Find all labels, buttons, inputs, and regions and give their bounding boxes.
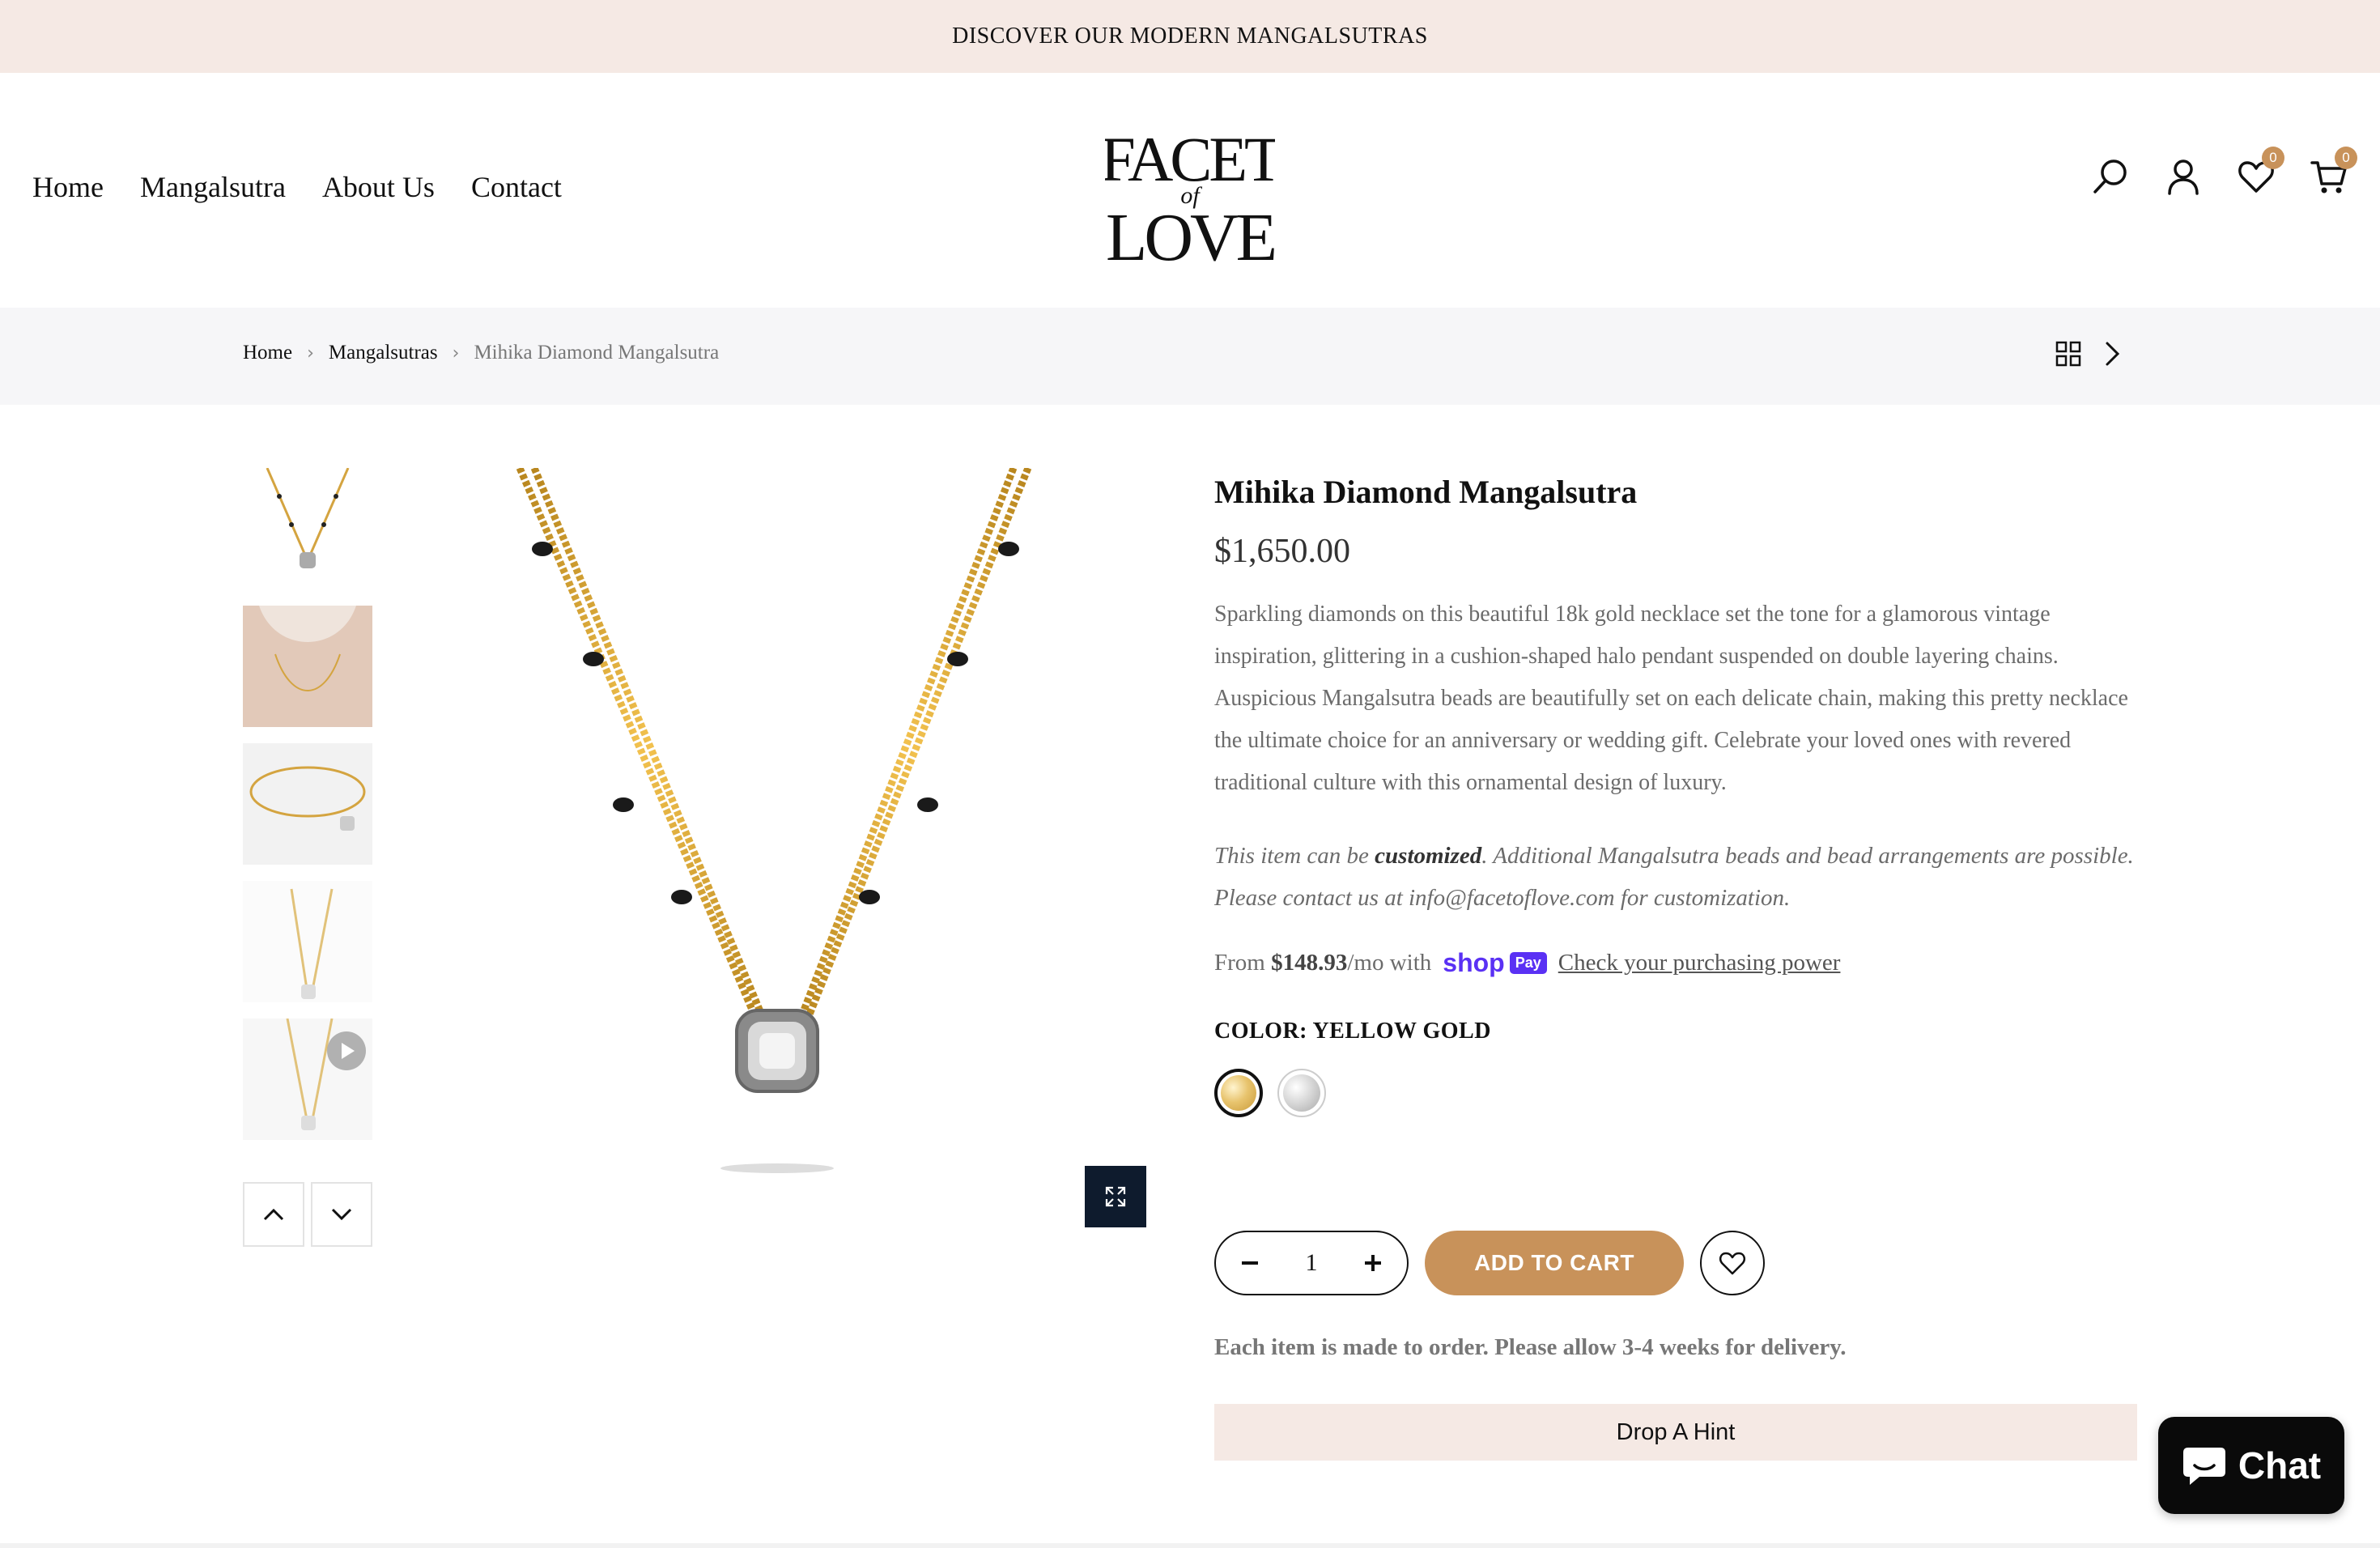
purchasing-power-link[interactable]: Check your purchasing power [1558, 950, 1841, 976]
add-to-wishlist-button[interactable] [1700, 1231, 1765, 1295]
product-info: Mihika Diamond Mangalsutra $1,650.00 Spa… [1214, 468, 2137, 1117]
shop-pay-logo: shop Pay [1443, 948, 1547, 978]
thumbnail-next-button[interactable] [311, 1182, 372, 1247]
thumbnail-necklace-detail[interactable] [243, 881, 372, 1002]
color-swatches [1214, 1069, 2137, 1117]
breadcrumb-mangalsutras[interactable]: Mangalsutras [329, 342, 438, 364]
announcement-text: DISCOVER OUR MODERN MANGALSUTRAS [952, 23, 1428, 49]
thumbnail-list [243, 468, 372, 1156]
thumbnail-video[interactable] [243, 1019, 372, 1140]
drop-a-hint-button[interactable]: Drop A Hint [1214, 1404, 2137, 1461]
product-title: Mihika Diamond Mangalsutra [1214, 474, 1638, 510]
divider [0, 1543, 2380, 1548]
nav-mangalsutra[interactable]: Mangalsutra [140, 170, 286, 204]
minus-icon[interactable] [1239, 1252, 1261, 1274]
customization-note: This item can be customized. Additional … [1214, 843, 2134, 911]
nav-contact[interactable]: Contact [471, 170, 562, 204]
quantity-value[interactable]: 1 [1306, 1249, 1318, 1277]
thumbnail-necklace-side[interactable] [243, 743, 372, 865]
user-icon[interactable] [2165, 158, 2202, 195]
nav-home[interactable]: Home [32, 170, 104, 204]
color-label: COLOR: YELLOW GOLD [1214, 1019, 1491, 1044]
chevron-right-icon: › [307, 342, 314, 364]
chat-bubble-icon [2182, 1448, 2225, 1485]
breadcrumb-current: Mihika Diamond Mangalsutra [474, 342, 720, 364]
thumbnail-model-wearing[interactable] [243, 606, 372, 727]
quantity-stepper: 1 [1214, 1231, 1409, 1295]
header-icons: 0 0 [2092, 147, 2357, 195]
search-icon[interactable] [2092, 158, 2129, 195]
main-nav: Home Mangalsutra About Us Contact [32, 170, 562, 204]
swatch-white-gold[interactable] [1277, 1069, 1326, 1117]
product-nav-icons [2055, 340, 2124, 372]
purchase-row: 1 ADD TO CART [1214, 1231, 1765, 1295]
thumbnail-necklace-front[interactable] [243, 468, 372, 589]
product-description: Sparkling diamonds on this beautiful 18k… [1214, 602, 2128, 795]
delivery-note: Each item is made to order. Please allow… [1214, 1334, 1847, 1360]
main-product-image[interactable] [453, 468, 1150, 1197]
product-price: $1,650.00 [1214, 533, 1350, 570]
nav-about-us[interactable]: About Us [322, 170, 435, 204]
wishlist-count-badge: 0 [2262, 147, 2284, 169]
thumbnail-prev-button[interactable] [243, 1182, 304, 1247]
chevron-right-icon: › [452, 342, 460, 364]
logo-line3: LOVE [1106, 200, 1275, 263]
facet-of-love-logo[interactable]: FACET of LOVE [1105, 117, 1275, 263]
breadcrumb: Home › Mangalsutras › Mihika Diamond Man… [243, 342, 719, 364]
installments-info: From $148.93/mo with shop Pay Check your … [1214, 948, 1841, 978]
plus-icon[interactable] [1362, 1252, 1384, 1274]
add-to-cart-button[interactable]: ADD TO CART [1425, 1231, 1684, 1295]
thumbnail-nav [243, 1182, 372, 1247]
announcement-bar: DISCOVER OUR MODERN MANGALSUTRAS [0, 0, 2380, 73]
chat-button[interactable]: Chat [2158, 1417, 2344, 1514]
wishlist-icon[interactable]: 0 [2238, 147, 2284, 195]
expand-icon[interactable] [1085, 1166, 1146, 1227]
chat-label: Chat [2238, 1444, 2322, 1486]
cart-icon[interactable]: 0 [2310, 147, 2357, 195]
cart-count-badge: 0 [2335, 147, 2357, 169]
next-product-icon[interactable] [2100, 340, 2124, 372]
swatch-yellow-gold[interactable] [1214, 1069, 1263, 1117]
breadcrumb-home[interactable]: Home [243, 342, 292, 364]
site-header: Home Mangalsutra About Us Contact FACET … [0, 73, 2380, 308]
grid-icon[interactable] [2055, 340, 2082, 372]
breadcrumb-bar: Home › Mangalsutras › Mihika Diamond Man… [0, 308, 2380, 405]
